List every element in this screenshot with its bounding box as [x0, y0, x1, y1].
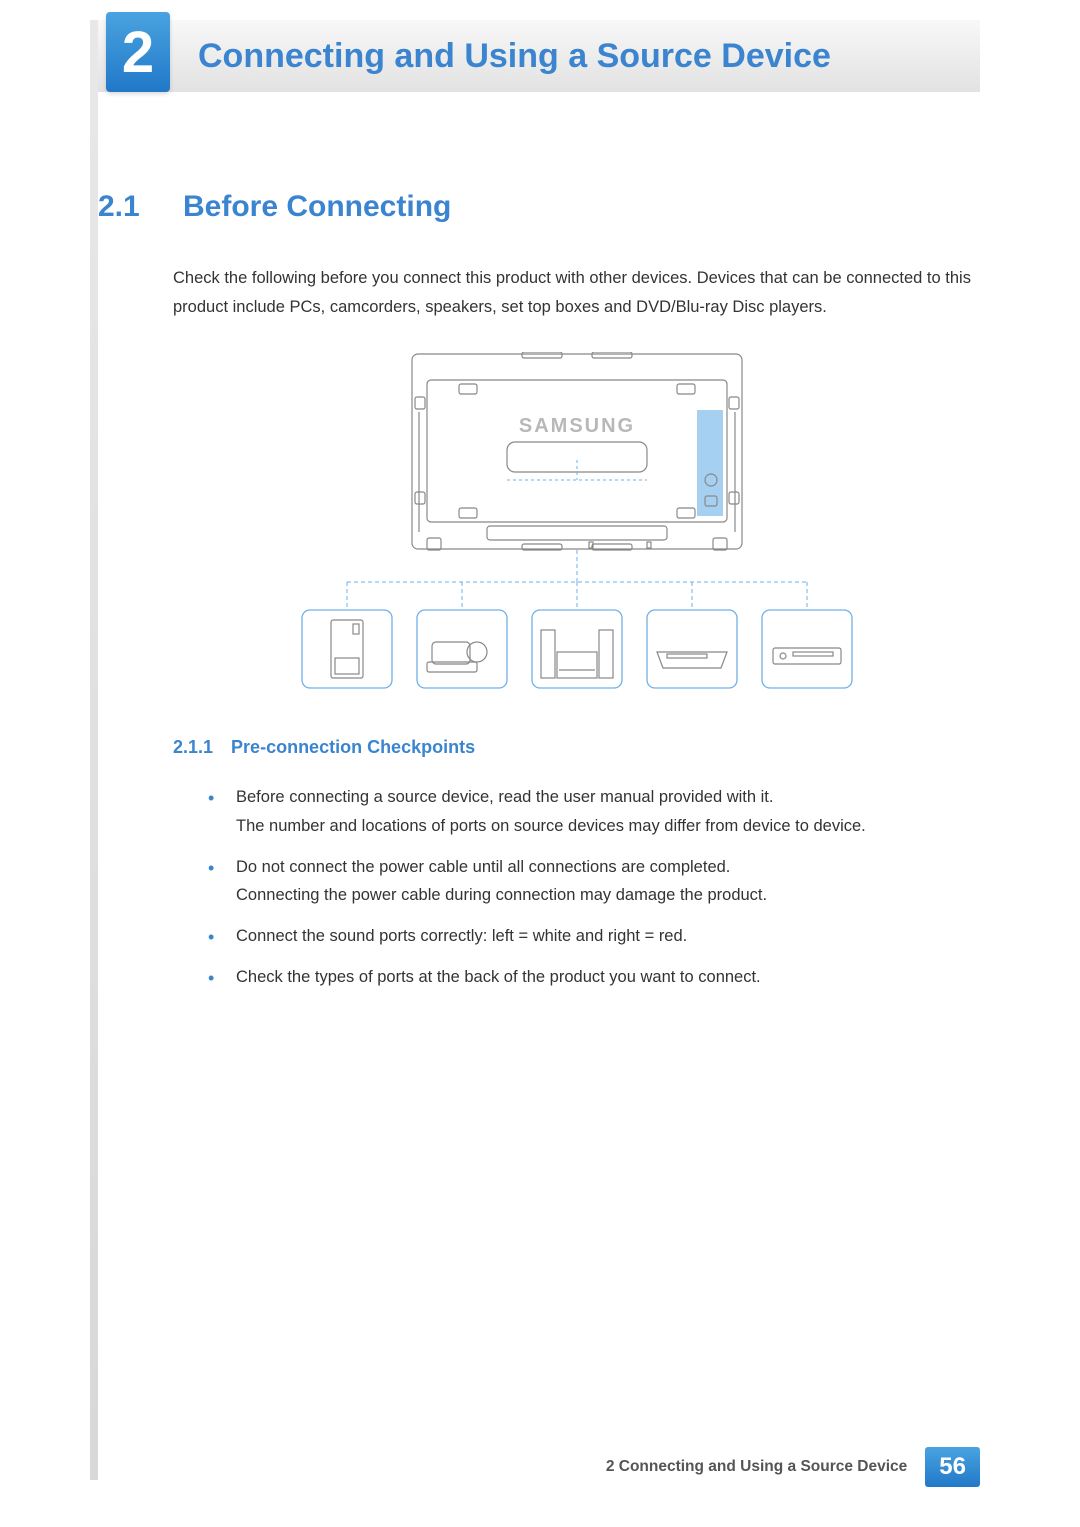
subsection-heading: 2.1.1 Pre-connection Checkpoints [173, 737, 980, 758]
brand-label: SAMSUNG [518, 415, 634, 437]
chapter-title: Connecting and Using a Source Device [198, 37, 831, 76]
list-item: Check the types of ports at the back of … [208, 963, 980, 992]
connection-diagram: SAMSUNG [173, 352, 980, 697]
content-area: 2.1 Before Connecting Check the followin… [98, 170, 980, 1004]
side-rail [90, 20, 98, 1480]
section-title: Before Connecting [183, 190, 451, 224]
chapter-number-badge: 2 [106, 12, 170, 92]
list-item: Do not connect the power cable until all… [208, 853, 980, 911]
list-item: Connect the sound ports correctly: left … [208, 922, 980, 951]
page-number-badge: 56 [925, 1447, 980, 1487]
chapter-header-bar: Connecting and Using a Source Device [98, 20, 980, 92]
section-intro-text: Check the following before you connect t… [173, 264, 980, 322]
subsection-number: 2.1.1 [173, 737, 213, 757]
chapter-number: 2 [122, 19, 154, 86]
page-footer: 2 Connecting and Using a Source Device 5… [606, 1447, 980, 1487]
diagram-svg: SAMSUNG [297, 352, 857, 697]
section-number: 2.1 [98, 190, 153, 224]
subsection-title: Pre-connection Checkpoints [231, 737, 475, 757]
footer-chapter-ref: 2 Connecting and Using a Source Device [606, 1458, 925, 1476]
section-heading: 2.1 Before Connecting [98, 190, 980, 224]
checkpoint-list: Before connecting a source device, read … [208, 783, 980, 992]
list-item: Before connecting a source device, read … [208, 783, 980, 841]
